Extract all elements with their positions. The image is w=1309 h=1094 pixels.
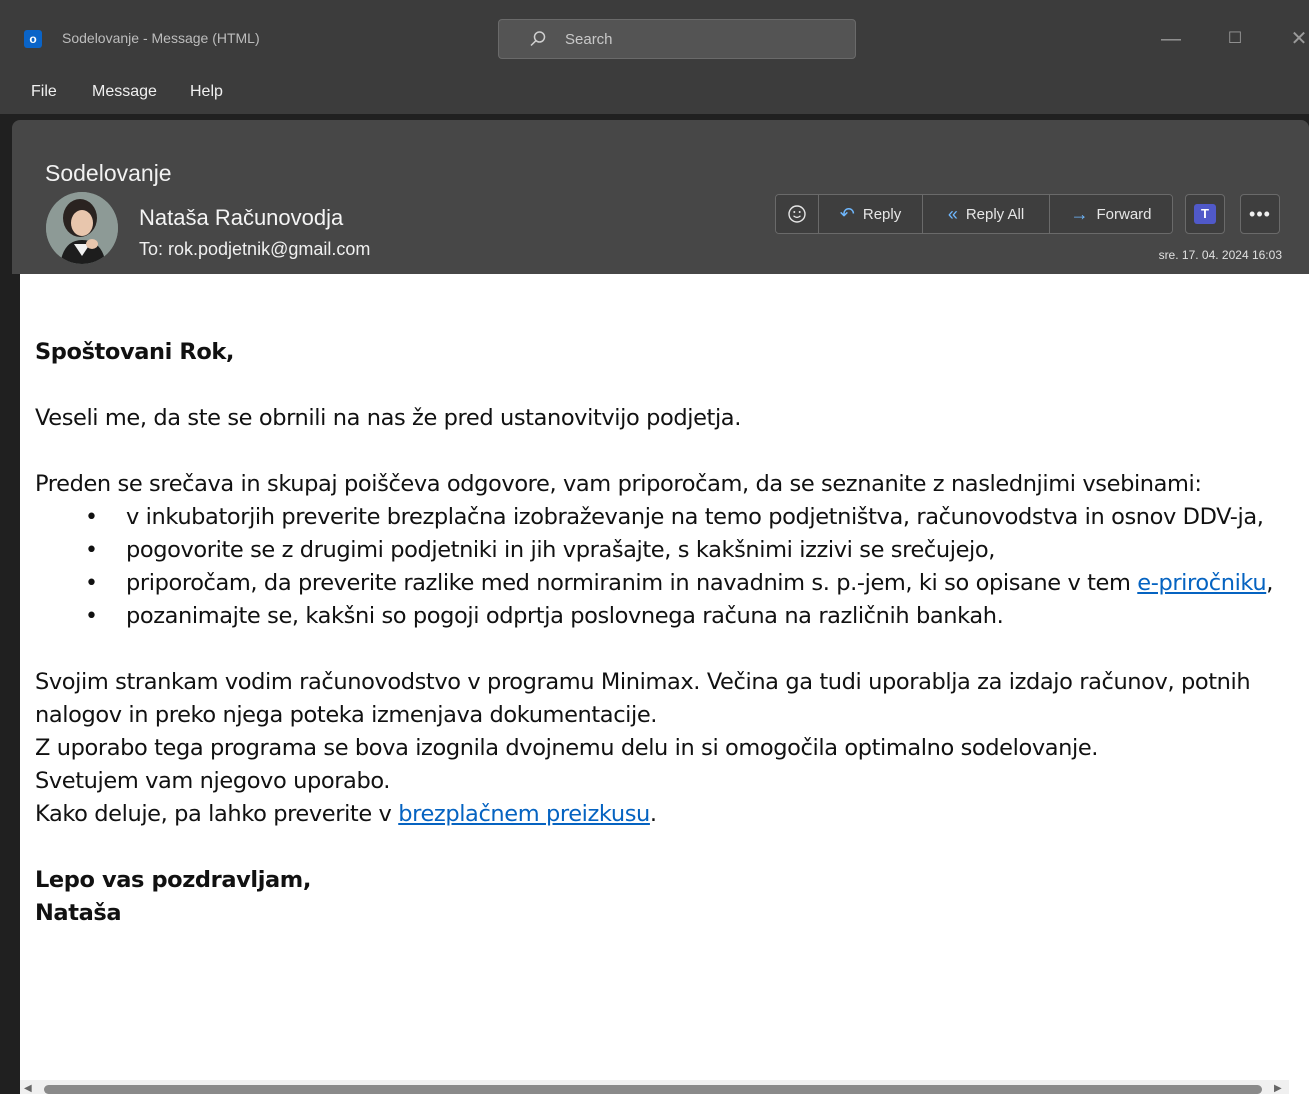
search-input[interactable]: Search — [498, 19, 856, 59]
search-icon — [530, 31, 546, 47]
e-prirocnik-link[interactable]: e-priročniku — [1137, 570, 1266, 596]
closing: Lepo vas pozdravljam, — [35, 867, 311, 893]
scroll-right-icon[interactable]: ▶ — [1274, 1083, 1282, 1094]
paragraph-minimax-4: Kako deluje, pa lahko preverite v brezpl… — [35, 798, 1295, 831]
ellipsis-icon: ••• — [1249, 204, 1271, 224]
message-header: Sodelovanje Nataša Računovodja To: rok.p… — [12, 120, 1309, 274]
list-item-text: priporočam, da preverite razlike med nor… — [126, 570, 1138, 596]
forward-button[interactable]: → Forward — [1050, 195, 1172, 233]
smiley-icon — [788, 205, 806, 223]
more-actions-button[interactable]: ••• — [1240, 194, 1280, 234]
message-body-area: Spoštovani Rok, Veseli me, da ste se obr… — [0, 274, 1309, 1094]
scrollbar-thumb[interactable] — [44, 1085, 1262, 1094]
paragraph-minimax-3: Svetujem vam njegovo uporabo. — [35, 768, 391, 794]
menu-file[interactable]: File — [31, 83, 57, 101]
recommendations-list: v inkubatorjih preverite brezplačna izob… — [35, 501, 1295, 633]
window-title: Sodelovanje - Message (HTML) — [62, 30, 260, 46]
paragraph-minimax-2: Z uporabo tega programa se bova izognila… — [35, 735, 1099, 761]
list-item: v inkubatorjih preverite brezplačna izob… — [85, 501, 1295, 534]
reply-button[interactable]: ↶ Reply — [819, 195, 923, 233]
paragraph-recommendations: Preden se srečava in skupaj poiščeva odg… — [35, 471, 1202, 497]
reply-icon: ↶ — [839, 203, 855, 224]
list-item: pogovorite se z drugimi podjetniki in ji… — [85, 534, 1295, 567]
teams-icon: T — [1194, 204, 1216, 224]
list-item-text-end: , — [1266, 570, 1273, 596]
teams-button[interactable]: T — [1185, 194, 1225, 234]
outlook-icon: o — [24, 30, 42, 48]
title-bar: o Sodelovanje - Message (HTML) Search — … — [0, 0, 1309, 78]
emoji-button[interactable] — [776, 195, 819, 233]
reply-label: Reply — [862, 205, 902, 223]
forward-label: Forward — [1096, 205, 1152, 223]
paragraph-intro: Veseli me, da ste se obrnili na nas že p… — [35, 405, 741, 431]
reply-all-label: Reply All — [965, 205, 1025, 223]
list-item: pozanimajte se, kakšni so pogoji odprtja… — [85, 600, 1295, 633]
reply-all-button[interactable]: « Reply All — [923, 195, 1050, 233]
greeting: Spoštovani Rok, — [35, 339, 235, 365]
trial-text: Kako deluje, pa lahko preverite v — [35, 801, 399, 827]
message-subject: Sodelovanje — [45, 160, 172, 186]
scroll-left-icon[interactable]: ◀ — [24, 1083, 32, 1094]
message-body: Spoštovani Rok, Veseli me, da ste se obr… — [20, 274, 1309, 1094]
menu-message[interactable]: Message — [92, 83, 157, 101]
menu-help[interactable]: Help — [190, 83, 223, 101]
avatar[interactable] — [46, 192, 118, 264]
list-item: priporočam, da preverite razlike med nor… — [85, 567, 1295, 600]
horizontal-scrollbar[interactable]: ◀ ▶ — [20, 1080, 1289, 1094]
forward-icon: → — [1070, 203, 1089, 224]
message-datetime: sre. 17. 04. 2024 16:03 — [1158, 248, 1282, 262]
sender-name[interactable]: Nataša Računovodja — [139, 205, 343, 231]
recipient-line[interactable]: To: rok.podjetnik@gmail.com — [139, 239, 370, 260]
maximize-button[interactable]: ☐ — [1220, 24, 1250, 54]
minimize-button[interactable]: — — [1156, 24, 1186, 54]
message-content: Spoštovani Rok, Veseli me, da ste se obr… — [35, 336, 1295, 930]
message-header-frame: Sodelovanje Nataša Računovodja To: rok.p… — [0, 114, 1309, 274]
paragraph-minimax: Svojim strankam vodim računovodstvo v pr… — [35, 669, 1251, 728]
search-placeholder: Search — [565, 31, 613, 48]
signature: Nataša — [35, 900, 122, 926]
menu-bar: File Message Help — [0, 78, 1309, 114]
avatar-image — [46, 192, 118, 264]
message-actions: ↶ Reply « Reply All → Forward — [775, 194, 1173, 234]
reply-all-icon: « — [947, 203, 958, 224]
free-trial-link[interactable]: brezplačnem preizkusu — [398, 801, 650, 827]
close-button[interactable]: ✕ — [1284, 24, 1309, 54]
trial-text-end: . — [649, 801, 657, 827]
